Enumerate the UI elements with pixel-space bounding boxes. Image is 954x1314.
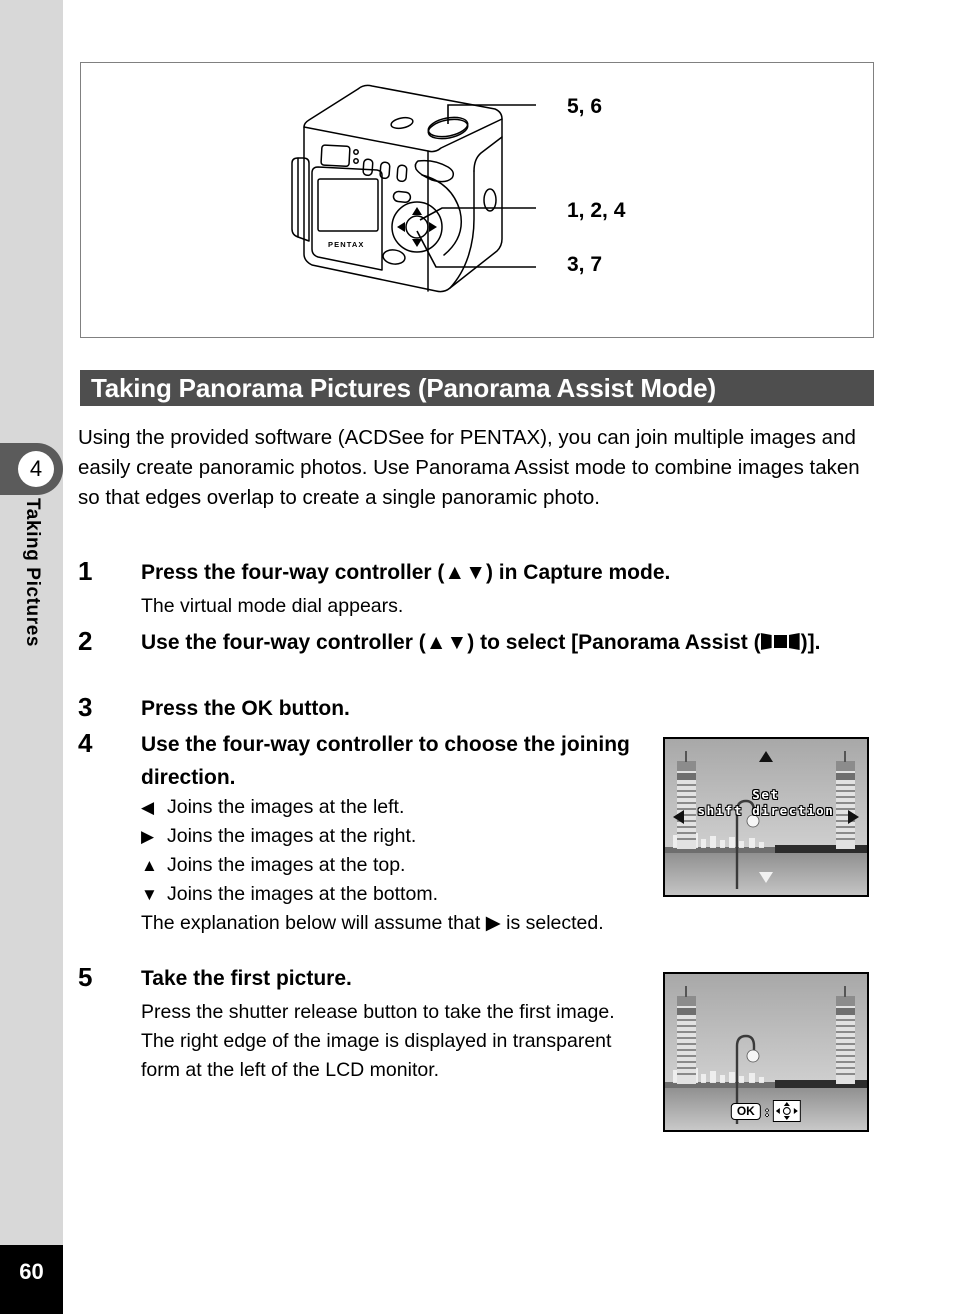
step-body-4: ◀ Joins the images at the left. ▶ Joins th… bbox=[141, 793, 661, 938]
step-1-text-before: Press the four-way controller ( bbox=[141, 561, 445, 584]
camera-figure-box: PENTAX 5, 6 1, 2, 4 3, 7 bbox=[80, 62, 874, 338]
svg-text:PENTAX: PENTAX bbox=[328, 240, 364, 249]
up-arrow-icon: ▲ bbox=[141, 856, 158, 875]
direction-bullet-left: ◀ Joins the images at the left. bbox=[141, 793, 661, 822]
lcd-screenshot-first-picture: OK : bbox=[663, 972, 869, 1132]
step-title-3: Press the OK button. bbox=[141, 697, 350, 720]
up-down-arrows-icon: ▲▼ bbox=[444, 561, 486, 584]
direction-bullet-up: ▲ Joins the images at the top. bbox=[141, 851, 661, 880]
step-body-1: The virtual mode dial appears. bbox=[141, 595, 404, 617]
step-2-text-before: Use the four-way controller ( bbox=[141, 631, 426, 654]
step-2-text-after: ) to select [Panorama Assist ( bbox=[467, 631, 761, 654]
direction-bullet-right-text: Joins the images at the right. bbox=[167, 825, 417, 847]
callout-shutter-release: 5, 6 bbox=[567, 95, 603, 118]
section-heading-bar: Taking Panorama Pictures (Panorama Assis… bbox=[80, 370, 874, 406]
lcd-down-arrow-icon bbox=[759, 872, 773, 883]
step-2-text-tail: )]. bbox=[800, 631, 821, 654]
chapter-title: Taking Pictures bbox=[0, 498, 63, 738]
chapter-number-badge: 4 bbox=[18, 451, 54, 487]
step-title-1: Press the four-way controller (▲▼) in Ca… bbox=[141, 556, 881, 589]
step-title-2: Use the four-way controller (▲▼) to sele… bbox=[141, 626, 881, 659]
ok-separator: : bbox=[764, 1103, 770, 1119]
direction-bullet-down: ▼ Joins the images at the bottom. bbox=[141, 880, 661, 909]
camera-illustration: PENTAX bbox=[291, 84, 536, 293]
step-4-note-after: is selected. bbox=[500, 912, 604, 934]
step-number-2: 2 bbox=[78, 626, 93, 656]
step-number-5: 5 bbox=[78, 962, 93, 992]
step-number-1: 1 bbox=[78, 556, 93, 586]
section-heading-text: Taking Panorama Pictures (Panorama Assis… bbox=[91, 373, 716, 403]
direction-bullet-down-text: Joins the images at the bottom. bbox=[167, 883, 438, 905]
lcd-prompt-line-1: Set bbox=[752, 787, 780, 802]
right-arrow-icon: ▶ bbox=[141, 827, 155, 846]
lcd-prompt-text: Set shift direction bbox=[665, 787, 867, 819]
step-number-3: 3 bbox=[78, 692, 93, 722]
page-footer-block: 60 bbox=[0, 1245, 63, 1314]
step-title-4: Use the four-way controller to choose th… bbox=[141, 733, 630, 789]
step-1-text-after: ) in Capture mode. bbox=[485, 561, 671, 584]
up-down-arrows-icon: ▲▼ bbox=[425, 631, 468, 654]
lcd-up-arrow-icon bbox=[759, 751, 773, 762]
step-4-note-before: The explanation below will assume that bbox=[141, 912, 486, 934]
lcd-ok-hint-bar: OK : bbox=[730, 1100, 802, 1122]
lcd-overlay-2: OK : bbox=[665, 974, 867, 1130]
chapter-tab: 4 bbox=[0, 443, 63, 495]
panorama-assist-icon bbox=[760, 633, 801, 650]
down-arrow-icon: ▼ bbox=[141, 885, 158, 904]
lcd-screenshot-set-shift-direction: Set shift direction bbox=[663, 737, 869, 897]
direction-bullet-right: ▶ Joins the images at the right. bbox=[141, 822, 661, 851]
step-body-5: Press the shutter release button to take… bbox=[141, 1001, 615, 1081]
step-number-4: 4 bbox=[78, 728, 93, 758]
lcd-prompt-line-2: shift direction bbox=[697, 803, 835, 818]
lcd-overlay-1: Set shift direction bbox=[665, 739, 867, 895]
callout-ok-button: 3, 7 bbox=[567, 253, 603, 276]
note-right-arrow-icon: ▶ bbox=[485, 912, 501, 934]
direction-bullet-up-text: Joins the images at the top. bbox=[167, 854, 406, 876]
four-way-controller-icon bbox=[773, 1100, 802, 1122]
step-title-5: Take the first picture. bbox=[141, 967, 352, 990]
left-arrow-icon: ◀ bbox=[141, 798, 155, 817]
direction-bullet-left-text: Joins the images at the left. bbox=[167, 796, 405, 818]
intro-paragraph: Using the provided software (ACDSee for … bbox=[78, 426, 860, 509]
chapter-sidebar: 4 Taking Pictures bbox=[0, 0, 63, 1245]
page-number: 60 bbox=[19, 1259, 44, 1284]
ok-button-badge: OK bbox=[730, 1102, 761, 1120]
callout-four-way-controller: 1, 2, 4 bbox=[567, 199, 626, 222]
chapter-title-text: Taking Pictures bbox=[21, 498, 43, 648]
